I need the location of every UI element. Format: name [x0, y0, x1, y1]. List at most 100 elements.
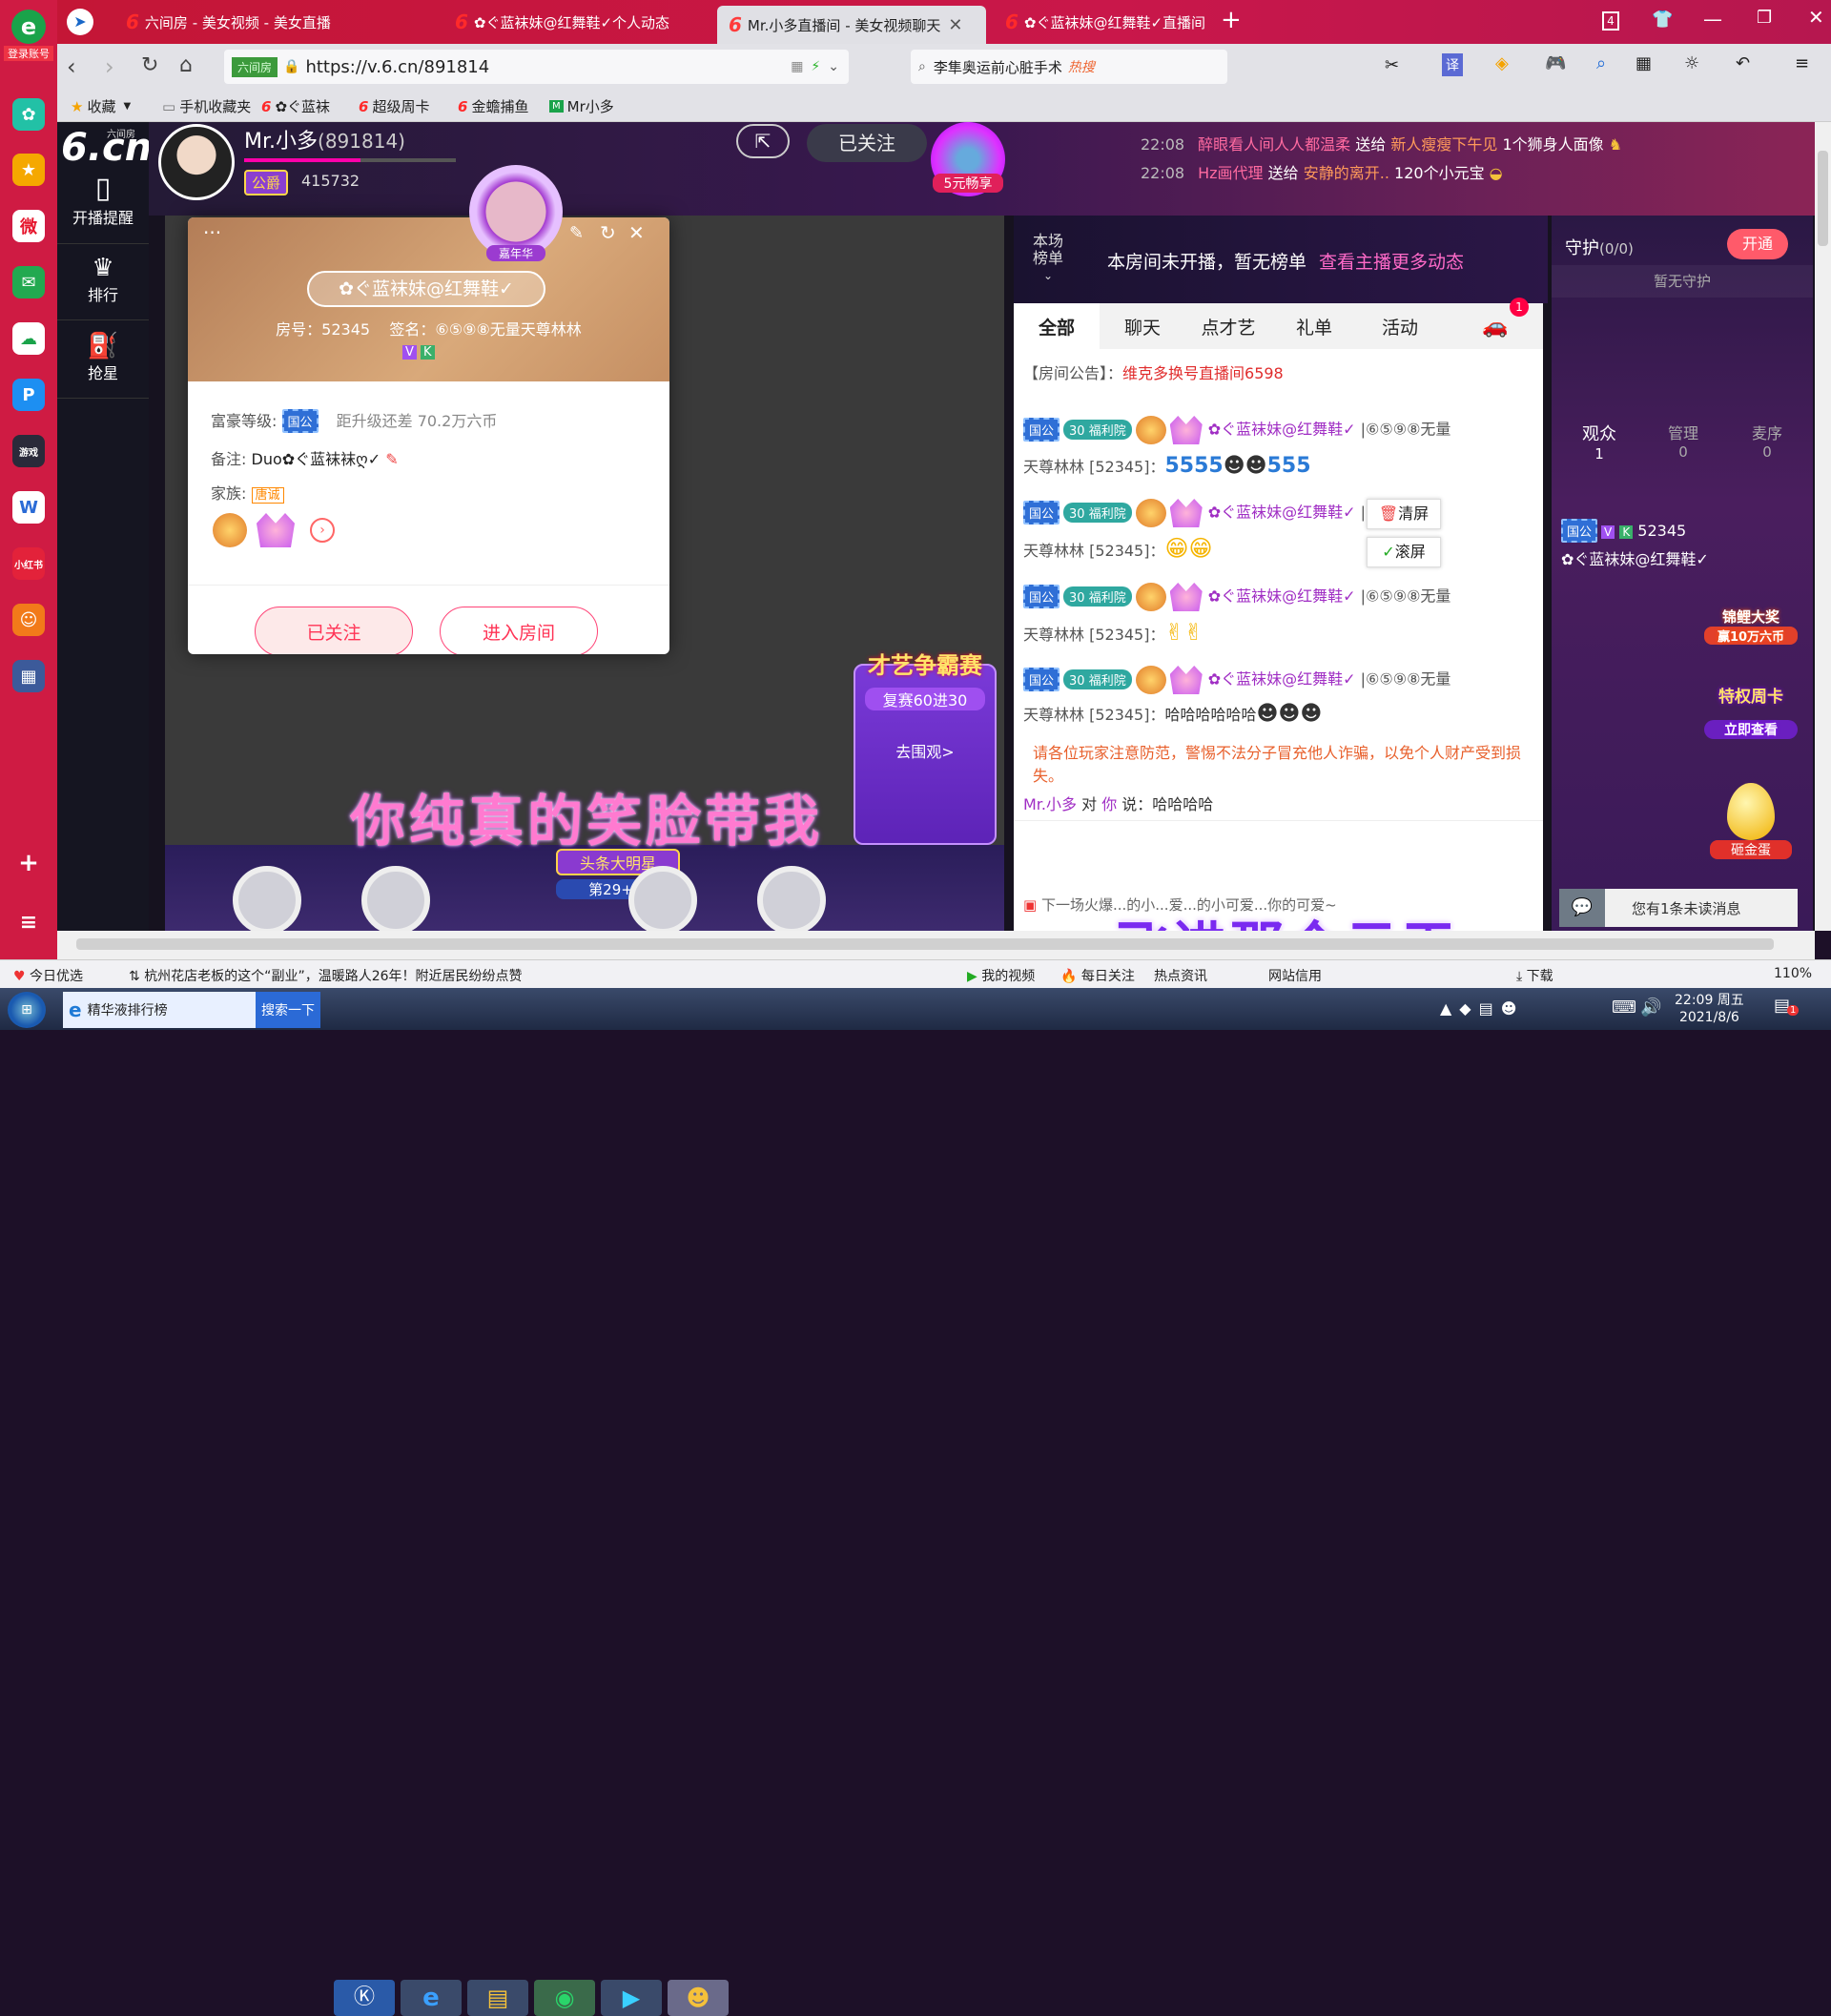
- browser-nav-arrow-icon[interactable]: ➤: [67, 9, 93, 35]
- talent-cta[interactable]: 去围观>: [855, 739, 995, 762]
- rank-label[interactable]: 本场 榜单 ⌄: [1033, 233, 1063, 284]
- game-character-icon[interactable]: ☺: [12, 604, 45, 636]
- close-tab-icon[interactable]: ✕: [948, 15, 962, 35]
- edit-icon[interactable]: ✎: [569, 223, 584, 243]
- tab-all[interactable]: 全部: [1014, 303, 1100, 349]
- vertical-scrollbar[interactable]: [1815, 122, 1831, 931]
- tab-profile[interactable]: 6 ✿ぐ蓝袜妹@红舞鞋✓个人动态: [443, 6, 710, 38]
- skin-icon[interactable]: 👕: [1652, 10, 1673, 30]
- promo-badge[interactable]: 5元畅享: [931, 122, 1005, 196]
- search-box[interactable]: ⌕ 李隼奥运前心脏手术 热搜: [911, 50, 1227, 84]
- visitor-avatar-badge[interactable]: 嘉年华: [469, 165, 563, 261]
- nav-grab-star[interactable]: ⛽ 抢星: [57, 332, 149, 399]
- zoom-level[interactable]: 110%: [1774, 966, 1812, 981]
- grid-icon[interactable]: ▦: [791, 59, 803, 74]
- edit-note-icon[interactable]: ✎: [385, 450, 398, 468]
- golden-egg-promo[interactable]: 砸金蛋: [1710, 783, 1792, 859]
- chat-app-icon[interactable]: ☻: [668, 1980, 729, 2016]
- xiaohongshu-icon[interactable]: 小红书: [12, 547, 45, 580]
- user-name[interactable]: ✿ぐ蓝袜妹@红舞鞋✓: [1208, 421, 1356, 439]
- status-daily[interactable]: 🔥 每日关注: [1060, 966, 1135, 985]
- main-menu-icon[interactable]: ≡: [1795, 53, 1809, 73]
- share-icon[interactable]: ⇱: [736, 124, 790, 158]
- follow-button[interactable]: 已关注: [807, 124, 927, 162]
- news-ticker[interactable]: ⇅ 杭州花店老板的这个“副业”，温暖路人26年！附近居民纷纷点赞: [129, 966, 523, 985]
- tab-home[interactable]: 6 六间房 - 美女视频 - 美女直播: [114, 6, 439, 38]
- bookmark-favorites[interactable]: ★ 收藏 ▼: [71, 96, 131, 116]
- bookmark-lanwa[interactable]: 6 ✿ぐ蓝袜: [261, 96, 330, 116]
- city-game-icon[interactable]: ▦: [12, 660, 45, 692]
- status-download[interactable]: ⤓ 下载: [1516, 966, 1553, 985]
- bookmark-flower-icon[interactable]: ✿: [12, 98, 45, 131]
- brightness-icon[interactable]: ☼: [1684, 53, 1699, 73]
- volume-icon[interactable]: 🔊: [1640, 998, 1661, 1018]
- site-logo[interactable]: 6.cn 六间房: [61, 126, 152, 174]
- unread-bar[interactable]: 💬 您有1条未读消息: [1559, 889, 1798, 927]
- tab-mic-queue[interactable]: 麦序 0: [1729, 421, 1805, 461]
- open-guard-button[interactable]: 开通: [1727, 229, 1788, 259]
- talent-event-banner[interactable]: 才艺争霸赛 复赛60进30 去围观>: [854, 652, 997, 845]
- clock[interactable]: 22:09 周五 2021/8/6: [1675, 992, 1744, 1026]
- mail-icon[interactable]: ✉: [12, 266, 45, 298]
- close-icon[interactable]: ✕: [628, 221, 645, 244]
- restore-icon[interactable]: ❐: [1757, 8, 1772, 28]
- undo-icon[interactable]: ↶: [1736, 53, 1750, 73]
- bolt-icon[interactable]: ⚡: [811, 59, 820, 74]
- tab-talent[interactable]: 点才艺: [1185, 303, 1271, 349]
- seat-3[interactable]: 抢座: [610, 866, 715, 931]
- browser-360-icon[interactable]: ◉: [534, 1980, 595, 2016]
- new-tab-icon[interactable]: +: [1221, 6, 1242, 34]
- bookmark-fishing[interactable]: 6 金蟾捕鱼: [458, 96, 528, 116]
- file-explorer-icon[interactable]: ▤: [467, 1980, 528, 2016]
- status-my-video[interactable]: ▶ 我的视频: [967, 966, 1035, 985]
- taskbar-search-item[interactable]: e 精华液排行榜 搜索一下: [63, 992, 320, 1028]
- anchor-avatar[interactable]: [158, 124, 235, 200]
- followed-button[interactable]: 已关注: [255, 607, 413, 654]
- tab-current-room[interactable]: 6 Mr.小多直播间 - 美女视频聊天 ✕: [717, 6, 986, 44]
- add-icon[interactable]: +: [12, 847, 45, 879]
- status-hot-news[interactable]: 热点资讯: [1154, 966, 1207, 985]
- weekly-card-promo[interactable]: 特权周卡 立即查看: [1704, 683, 1798, 739]
- tab-audience[interactable]: 观众 1: [1561, 421, 1637, 463]
- nav-live-remind[interactable]: ▯ 开播提醒: [57, 168, 149, 244]
- tab-room[interactable]: 6 ✿ぐ蓝袜妹@红舞鞋✓直播间: [994, 6, 1232, 38]
- p-app-icon[interactable]: P: [12, 379, 45, 411]
- user-name[interactable]: ✿ぐ蓝袜妹@红舞鞋✓: [1208, 587, 1356, 606]
- enter-room-button[interactable]: 进入房间: [440, 607, 598, 654]
- tab-admin[interactable]: 管理 0: [1645, 421, 1721, 461]
- start-button-icon[interactable]: ⊞: [8, 992, 46, 1028]
- apps-icon[interactable]: ▦: [1636, 53, 1652, 73]
- scroll-lock-button[interactable]: ✓滚屏: [1367, 537, 1441, 567]
- clear-screen-button[interactable]: 🗑清屏: [1367, 499, 1441, 529]
- close-window-icon[interactable]: ✕: [1808, 6, 1824, 29]
- browser-logo[interactable]: e 登录账号: [4, 10, 53, 61]
- refresh-icon[interactable]: ↻: [141, 53, 158, 77]
- bookmark-mr-xiaoduo[interactable]: M Mr小多: [549, 96, 614, 116]
- address-bar[interactable]: 六间房 🔒 https://v.6.cn/891814 ▦ ⚡ ⌄: [224, 50, 849, 84]
- user-name[interactable]: ✿ぐ蓝袜妹@红舞鞋✓: [1208, 504, 1356, 522]
- scroll-thumb[interactable]: [76, 938, 1774, 950]
- translate-icon[interactable]: 译: [1442, 53, 1463, 76]
- coin-icon[interactable]: ◈: [1495, 53, 1509, 73]
- refresh-icon[interactable]: ↻: [600, 221, 616, 244]
- scissors-icon[interactable]: ✂: [1385, 55, 1399, 75]
- menu-list-icon[interactable]: ≡: [12, 906, 45, 938]
- tray-icons[interactable]: ▲◆▤☻: [1440, 999, 1524, 1018]
- star-icon[interactable]: ★: [12, 154, 45, 186]
- seat-2[interactable]: 抢座: [343, 866, 448, 931]
- k-app-icon[interactable]: Ⓚ: [334, 1980, 395, 2016]
- home-icon[interactable]: ⌂: [179, 53, 193, 77]
- game-app-icon[interactable]: 游戏: [12, 435, 45, 467]
- tab-chat[interactable]: 聊天: [1100, 303, 1185, 349]
- tab-count-icon[interactable]: 4: [1602, 11, 1619, 31]
- status-credit[interactable]: 网站信用: [1268, 966, 1322, 985]
- bookmark-mobile[interactable]: ▭ 手机收藏夹: [162, 96, 251, 116]
- tab-gifts[interactable]: 礼单: [1271, 303, 1357, 349]
- weibo-icon[interactable]: 微: [12, 210, 45, 242]
- notification-icon[interactable]: ▤ 1: [1774, 996, 1800, 1020]
- rank-more-link[interactable]: 查看主播更多动态: [1319, 248, 1464, 274]
- gamepad-icon[interactable]: 🎮: [1545, 53, 1566, 73]
- koi-promo[interactable]: 锦鲤大奖 赢10万六币: [1704, 607, 1798, 645]
- cloud-icon[interactable]: ☁: [12, 322, 45, 355]
- chevron-right-icon[interactable]: ›: [310, 518, 335, 543]
